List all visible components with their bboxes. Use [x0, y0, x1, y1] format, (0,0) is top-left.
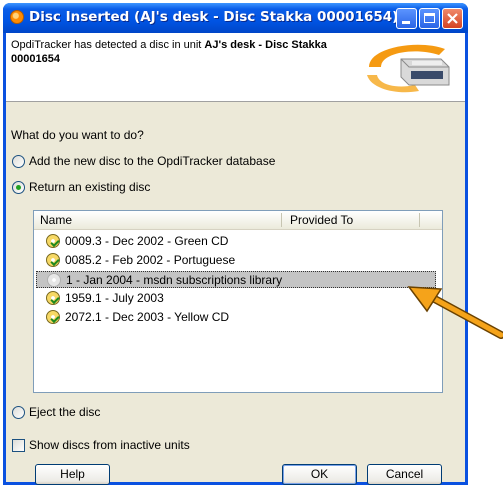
- disc-returned-icon: [46, 310, 60, 324]
- column-header-name[interactable]: Name: [40, 213, 72, 227]
- list-item[interactable]: 1959.1 - July 2003: [36, 290, 436, 307]
- column-header-provided-to[interactable]: Provided To: [290, 213, 353, 227]
- disc-returned-icon: [46, 291, 60, 305]
- message-prefix: OpdiTracker has detected a disc in unit: [11, 39, 205, 51]
- return-existing-label[interactable]: Return an existing disc: [29, 180, 150, 194]
- annotation-arrow-icon: [407, 286, 503, 339]
- help-button[interactable]: Help: [35, 464, 110, 485]
- cancel-button[interactable]: Cancel: [367, 464, 442, 485]
- dialog-body: OpdiTracker has detected a disc in unit …: [6, 33, 465, 485]
- dialog-window: Disc Inserted (AJ's desk - Disc Stakka 0…: [3, 3, 468, 485]
- disc-name: 1959.1 - July 2003: [65, 291, 164, 305]
- close-button[interactable]: [442, 8, 463, 29]
- return-existing-radio[interactable]: [12, 181, 25, 194]
- app-icon: [10, 10, 24, 24]
- title-bar[interactable]: Disc Inserted (AJ's desk - Disc Stakka 0…: [3, 3, 468, 33]
- window-title: Disc Inserted (AJ's desk - Disc Stakka 0…: [29, 9, 399, 25]
- column-divider[interactable]: [281, 213, 282, 227]
- disc-stacker-logo: [367, 44, 450, 93]
- list-item[interactable]: 2072.1 - Dec 2003 - Yellow CD: [36, 309, 436, 326]
- disc-name: 0009.3 - Dec 2002 - Green CD: [65, 234, 229, 248]
- maximize-button[interactable]: [419, 8, 440, 29]
- add-new-radio[interactable]: [12, 155, 25, 168]
- ok-button[interactable]: OK: [282, 464, 357, 485]
- prompt-label: What do you want to do?: [11, 128, 144, 142]
- add-new-label[interactable]: Add the new disc to the OpdiTracker data…: [29, 154, 275, 168]
- column-divider[interactable]: [419, 213, 420, 227]
- close-icon: [447, 13, 458, 24]
- show-inactive-checkbox[interactable]: [12, 439, 25, 452]
- disc-gray-icon: [47, 273, 61, 287]
- eject-radio[interactable]: [12, 406, 25, 419]
- list-item[interactable]: 0009.3 - Dec 2002 - Green CD: [36, 233, 436, 250]
- disc-returned-icon: [46, 234, 60, 248]
- list-item-selected[interactable]: 1 - Jan 2004 - msdn subscriptions librar…: [36, 271, 436, 288]
- disc-name: 1 - Jan 2004 - msdn subscriptions librar…: [66, 273, 283, 287]
- eject-label[interactable]: Eject the disc: [29, 405, 100, 419]
- detection-message: OpdiTracker has detected a disc in unit …: [11, 38, 341, 66]
- minimize-button[interactable]: [396, 8, 417, 29]
- disc-name: 0085.2 - Feb 2002 - Portuguese: [65, 253, 236, 267]
- list-item[interactable]: 0085.2 - Feb 2002 - Portuguese: [36, 252, 436, 269]
- disc-returned-icon: [46, 253, 60, 267]
- header-panel: OpdiTracker has detected a disc in unit …: [6, 33, 465, 102]
- list-header: Name Provided To: [34, 211, 442, 230]
- disc-name: 2072.1 - Dec 2003 - Yellow CD: [65, 310, 230, 324]
- show-inactive-label[interactable]: Show discs from inactive units: [29, 438, 190, 452]
- discs-list[interactable]: Name Provided To 0009.3 - Dec 2002 - Gre…: [33, 210, 443, 393]
